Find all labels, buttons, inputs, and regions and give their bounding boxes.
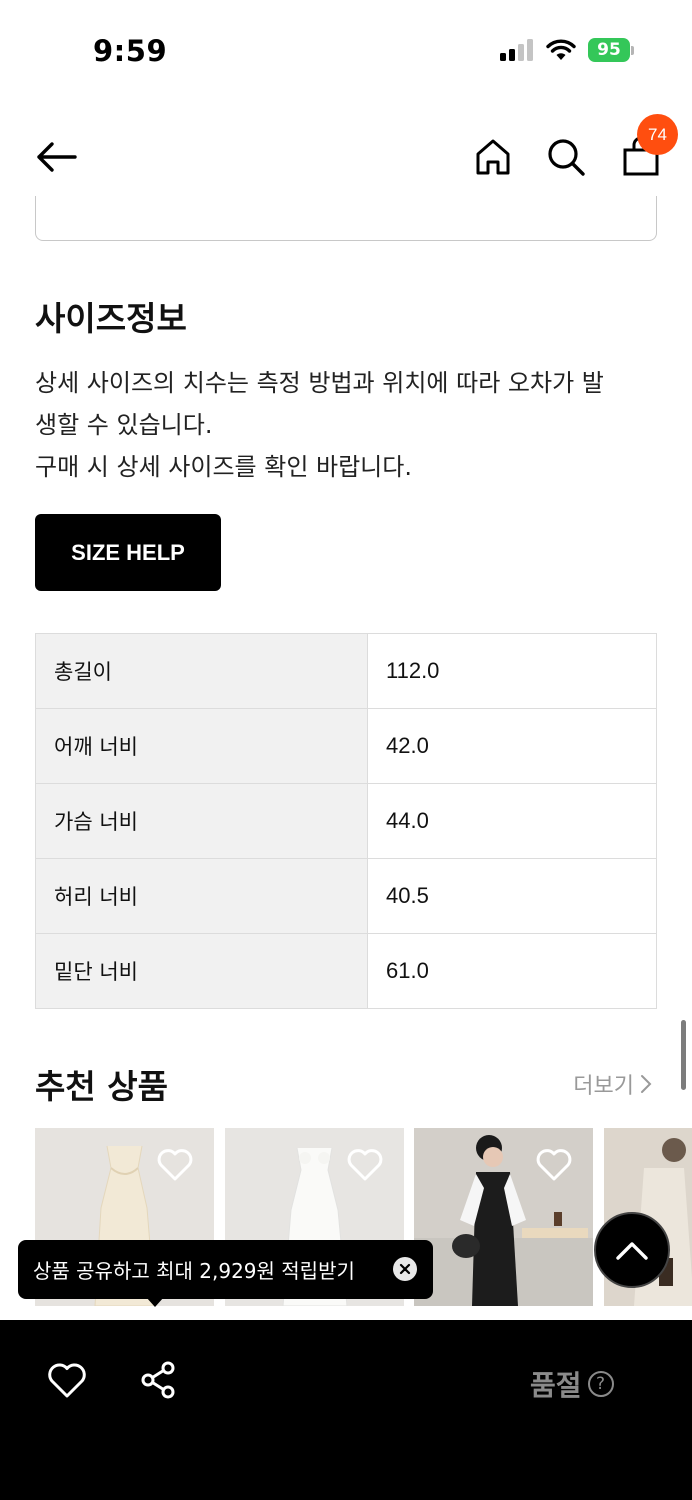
table-row: 가슴 너비 44.0 xyxy=(35,783,657,859)
heart-icon[interactable] xyxy=(346,1146,384,1182)
heart-icon[interactable] xyxy=(156,1146,194,1182)
table-row: 총길이 112.0 xyxy=(35,633,657,709)
more-link-label: 더보기 xyxy=(573,1074,634,1099)
size-value: 44.0 xyxy=(367,783,657,859)
search-icon xyxy=(548,139,585,176)
size-description-line: 상세 사이즈의 치수는 측정 방법과 위치에 따라 오차가 발 xyxy=(35,369,604,397)
size-help-button[interactable]: SIZE HELP xyxy=(35,514,221,591)
tooltip-text: 상품 공유하고 최대 2,929원 적립받기 xyxy=(33,1259,355,1283)
tooltip-close-button[interactable] xyxy=(393,1257,417,1281)
sold-out-label: 품절 xyxy=(530,1369,582,1402)
arrow-left-icon xyxy=(37,142,77,172)
tooltip-arrow xyxy=(146,1297,164,1307)
nav-bar xyxy=(0,112,692,202)
close-icon xyxy=(399,1263,411,1275)
wishlist-heart-icon[interactable] xyxy=(46,1360,88,1400)
size-label: 어깨 너비 xyxy=(35,708,368,784)
share-reward-tooltip[interactable]: 상품 공유하고 최대 2,929원 적립받기 xyxy=(18,1240,433,1299)
size-info-description: 상세 사이즈의 치수는 측정 방법과 위치에 따라 오차가 발 생할 수 있습니… xyxy=(35,362,665,488)
bottom-action-bar: 품절 ? xyxy=(0,1320,692,1500)
chevron-right-icon xyxy=(641,1075,652,1093)
scrollbar[interactable] xyxy=(681,1020,686,1090)
battery-level: 95 xyxy=(588,38,630,62)
size-info-title: 사이즈정보 xyxy=(35,299,187,338)
battery-nub xyxy=(631,45,634,55)
previous-section-box xyxy=(35,196,657,241)
status-icons: 95 xyxy=(500,38,634,62)
size-description-line: 구매 시 상세 사이즈를 확인 바랍니다. xyxy=(35,453,412,481)
recommended-title: 추천 상품 xyxy=(35,1067,168,1106)
chevron-up-icon xyxy=(616,1242,648,1260)
size-value: 61.0 xyxy=(367,933,657,1009)
table-row: 밑단 너비 61.0 xyxy=(35,933,657,1009)
scroll-to-top-button[interactable] xyxy=(594,1212,670,1288)
size-label: 총길이 xyxy=(35,633,368,709)
size-value: 40.5 xyxy=(367,858,657,934)
size-description-line: 생할 수 있습니다. xyxy=(35,411,213,439)
size-value: 112.0 xyxy=(367,633,657,709)
status-bar: 9:59 95 xyxy=(0,0,692,100)
back-button[interactable] xyxy=(30,134,82,180)
sold-out-status: 품절 ? xyxy=(530,1364,614,1404)
status-time: 9:59 xyxy=(93,34,168,68)
signal-icon xyxy=(500,39,533,61)
size-label: 허리 너비 xyxy=(35,858,368,934)
product-card[interactable] xyxy=(414,1128,593,1306)
search-button[interactable] xyxy=(543,134,589,180)
size-label: 밑단 너비 xyxy=(35,933,368,1009)
home-icon xyxy=(476,139,510,175)
home-button[interactable] xyxy=(470,134,516,180)
table-row: 허리 너비 40.5 xyxy=(35,858,657,934)
heart-icon[interactable] xyxy=(535,1146,573,1182)
more-link[interactable]: 더보기 xyxy=(573,1068,652,1100)
battery-indicator: 95 xyxy=(588,38,634,62)
size-table: 총길이 112.0 어깨 너비 42.0 가슴 너비 44.0 허리 너비 40… xyxy=(35,633,657,1009)
size-value: 42.0 xyxy=(367,708,657,784)
size-label: 가슴 너비 xyxy=(35,783,368,859)
table-row: 어깨 너비 42.0 xyxy=(35,708,657,784)
help-icon[interactable]: ? xyxy=(587,1371,614,1397)
wifi-icon xyxy=(546,39,576,60)
share-icon[interactable] xyxy=(138,1360,178,1400)
cart-count-badge: 74 xyxy=(637,114,678,155)
